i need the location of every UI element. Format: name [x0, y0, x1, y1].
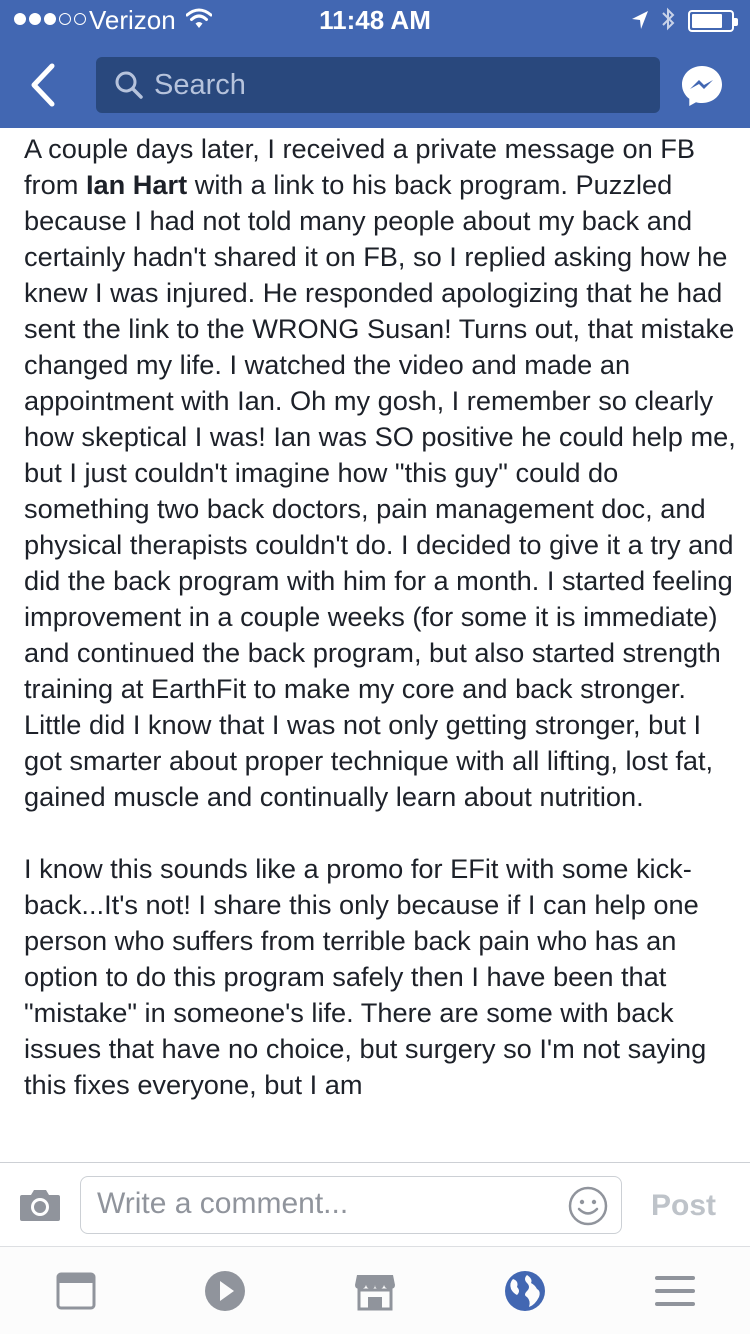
header: Verizon 11:48 AM Search [0, 0, 750, 128]
globe-notifications-icon[interactable] [503, 1269, 547, 1313]
tagged-person-name[interactable]: Ian Hart [86, 169, 187, 200]
news-feed-icon[interactable] [54, 1269, 98, 1313]
video-play-icon[interactable] [203, 1269, 247, 1313]
tab-bar [0, 1246, 750, 1334]
search-placeholder: Search [154, 69, 246, 101]
menu-icon[interactable] [653, 1269, 697, 1313]
status-bar: Verizon 11:48 AM [0, 0, 750, 40]
location-arrow-icon [632, 11, 648, 29]
comment-input[interactable]: Write a comment... [80, 1176, 622, 1234]
post-paragraph-2: I know this sounds like a promo for EFit… [24, 853, 707, 1100]
search-icon [115, 71, 143, 99]
bluetooth-icon [662, 7, 675, 31]
post-body: A couple days later, I received a privat… [24, 128, 736, 1162]
camera-icon[interactable] [18, 1187, 62, 1223]
comment-placeholder: Write a comment... [97, 1187, 349, 1220]
search-input[interactable]: Search [96, 57, 660, 113]
battery-icon [688, 10, 738, 32]
marketplace-icon[interactable] [353, 1269, 397, 1313]
messenger-icon[interactable] [680, 64, 724, 108]
back-chevron-icon[interactable] [24, 62, 64, 108]
post-paragraph-1: A couple days later, I received a privat… [24, 133, 736, 812]
smiley-icon[interactable] [567, 1185, 609, 1227]
comment-bar: Write a comment... Post [0, 1162, 750, 1246]
post-button[interactable]: Post [651, 1189, 716, 1223]
